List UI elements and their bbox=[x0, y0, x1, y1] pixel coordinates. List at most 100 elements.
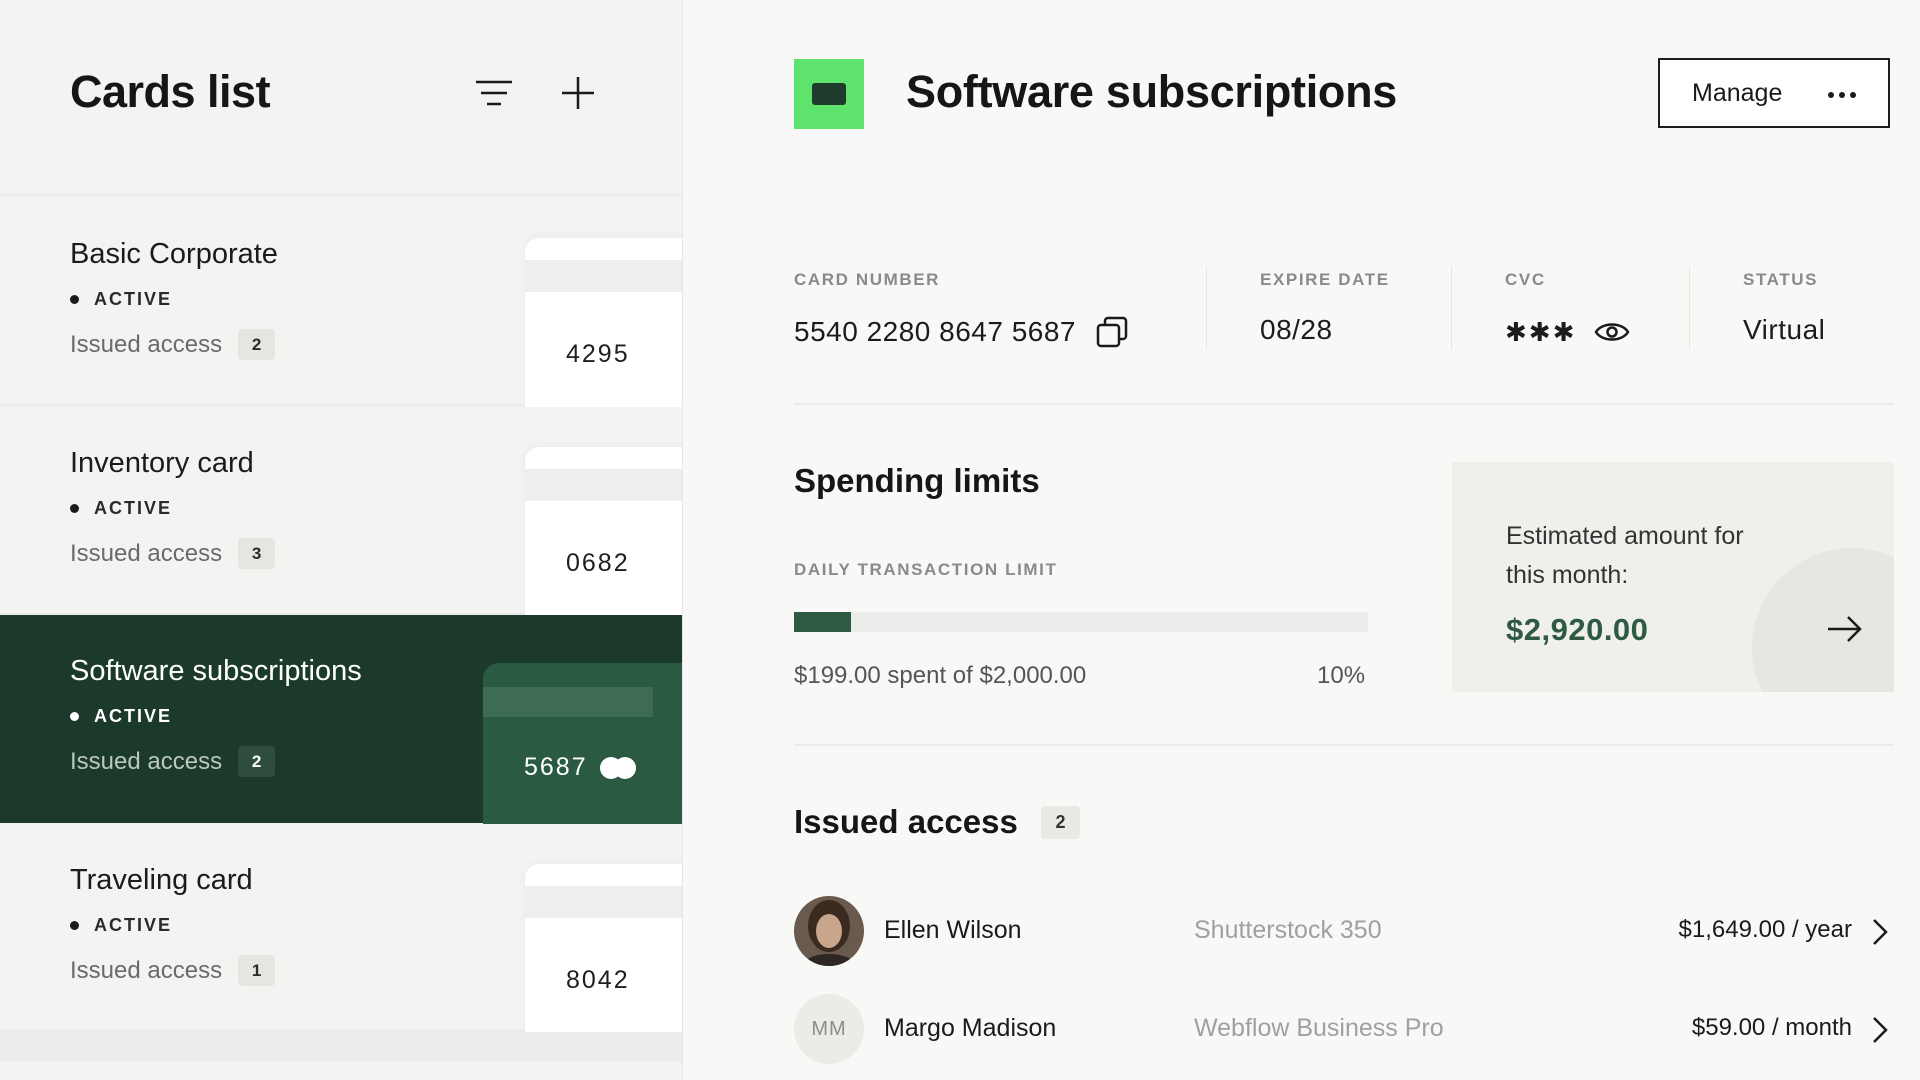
access-row[interactable]: MM Margo Madison Webflow Business Pro $5… bbox=[794, 994, 1894, 1070]
card-access: Issued access 2 bbox=[70, 746, 276, 777]
service-name: Shutterstock 350 bbox=[1194, 916, 1382, 944]
status-value: Virtual bbox=[1743, 314, 1826, 345]
more-dots-icon bbox=[1828, 92, 1856, 98]
copy-button[interactable] bbox=[1094, 314, 1130, 350]
avatar: MM bbox=[794, 994, 864, 1064]
card-access: Issued access 3 bbox=[70, 538, 276, 569]
card-last4: 8042 bbox=[566, 966, 630, 994]
status-dot-icon bbox=[70, 712, 79, 721]
card-detail-panel: Software subscriptions Manage CARD NUMBE… bbox=[684, 0, 1920, 1080]
card-stripe bbox=[525, 469, 682, 501]
card-stripe bbox=[525, 886, 682, 918]
divider bbox=[1451, 266, 1452, 350]
person-name: Ellen Wilson bbox=[884, 916, 1022, 944]
status-dot-icon bbox=[70, 921, 79, 930]
access-count-badge: 2 bbox=[238, 329, 276, 360]
arrow-right-icon[interactable] bbox=[1822, 607, 1866, 651]
card-thumbnail: 8042 bbox=[525, 864, 682, 1039]
card-list-item[interactable]: Traveling card ACTIVE Issued access 1 80… bbox=[0, 824, 682, 1039]
percent-text: 10% bbox=[1317, 662, 1366, 689]
card-status: ACTIVE bbox=[70, 498, 172, 519]
expire-date-value: 08/28 bbox=[1260, 314, 1333, 345]
add-card-button[interactable] bbox=[555, 70, 601, 116]
user-photo-avatar bbox=[794, 896, 864, 966]
spent-text: $199.00 spent of $2,000.00 bbox=[794, 662, 1087, 689]
card-thumbnail: 0682 bbox=[525, 447, 682, 622]
plus-icon bbox=[562, 77, 594, 109]
card-badge bbox=[794, 59, 864, 129]
subscription-amount: $59.00 / month bbox=[1691, 1014, 1852, 1041]
card-name: Traveling card bbox=[70, 864, 253, 896]
card-list-item-selected[interactable]: Software subscriptions ACTIVE Issued acc… bbox=[0, 615, 682, 838]
service-name: Webflow Business Pro bbox=[1194, 1014, 1444, 1042]
card-status: ACTIVE bbox=[70, 706, 172, 727]
card-stripe bbox=[525, 260, 682, 292]
status-field: STATUS Virtual bbox=[1743, 270, 1825, 346]
estimate-card[interactable]: Estimated amount for this month: $2,920.… bbox=[1452, 462, 1894, 692]
limit-progress-fill bbox=[794, 612, 852, 632]
card-access-label: Issued access bbox=[70, 956, 223, 984]
access-count-badge: 2 bbox=[238, 746, 276, 777]
card-access-label: Issued access bbox=[70, 330, 223, 358]
card-name: Basic Corporate bbox=[70, 238, 278, 270]
expire-date-label: EXPIRE DATE bbox=[1260, 270, 1390, 289]
card-name: Software subscriptions bbox=[70, 655, 362, 687]
limit-progress-bar bbox=[794, 612, 1368, 632]
card-access-label: Issued access bbox=[70, 539, 223, 567]
card-status-label: ACTIVE bbox=[94, 289, 173, 309]
card-name: Inventory card bbox=[70, 447, 254, 479]
spending-limits-title: Spending limits bbox=[794, 462, 1040, 499]
filter-icon bbox=[476, 80, 512, 106]
card-thumbnail: 4295 bbox=[525, 238, 682, 413]
expire-date-field: EXPIRE DATE 08/28 bbox=[1260, 270, 1390, 346]
card-stripe bbox=[483, 687, 653, 717]
card-status-label: ACTIVE bbox=[94, 498, 173, 518]
divider bbox=[1689, 266, 1690, 350]
card-access: Issued access 1 bbox=[70, 955, 276, 986]
issued-count-badge: 2 bbox=[1041, 806, 1080, 839]
card-status: ACTIVE bbox=[70, 915, 172, 936]
issued-access-title: Issued access bbox=[794, 803, 1018, 840]
card-last4: 5687 bbox=[524, 753, 588, 781]
filter-button[interactable] bbox=[471, 70, 517, 116]
reveal-cvc-button[interactable] bbox=[1594, 314, 1630, 350]
page-title: Software subscriptions bbox=[906, 66, 1397, 117]
card-list-item-partial bbox=[0, 1032, 682, 1062]
divider bbox=[794, 403, 1894, 405]
avatar bbox=[794, 896, 864, 966]
status-dot-icon bbox=[70, 295, 79, 304]
card-number-label: CARD NUMBER bbox=[794, 270, 941, 289]
cvc-value: ✱✱✱ bbox=[1505, 316, 1577, 347]
card-status-label: ACTIVE bbox=[94, 706, 173, 726]
card-status-label: ACTIVE bbox=[94, 915, 173, 935]
daily-limit-label: DAILY TRANSACTION LIMIT bbox=[794, 560, 1058, 579]
card-number-field: CARD NUMBER 5540 2280 8647 5687 bbox=[794, 270, 1130, 350]
card-access-label: Issued access bbox=[70, 747, 223, 775]
access-count-badge: 3 bbox=[238, 538, 276, 569]
estimate-amount: $2,920.00 bbox=[1506, 612, 1649, 647]
chevron-right-icon bbox=[1873, 1017, 1888, 1043]
divider bbox=[1206, 266, 1207, 350]
card-last4: 0682 bbox=[566, 549, 630, 577]
access-row[interactable]: Ellen Wilson Shutterstock 350 $1,649.00 … bbox=[794, 896, 1894, 972]
cvc-label: CVC bbox=[1505, 270, 1546, 289]
card-thumbnail: 5687 bbox=[483, 663, 682, 838]
status-dot-icon bbox=[70, 504, 79, 513]
estimate-label: Estimated amount for this month: bbox=[1506, 522, 1744, 589]
chevron-right-icon bbox=[1873, 919, 1888, 945]
divider bbox=[794, 744, 1894, 746]
sidebar-header: Cards list bbox=[0, 0, 682, 196]
card-list-item[interactable]: Inventory card ACTIVE Issued access 3 06… bbox=[0, 407, 682, 622]
card-access: Issued access 2 bbox=[70, 329, 276, 360]
person-name: Margo Madison bbox=[884, 1014, 1057, 1042]
card-network-logo-icon bbox=[600, 757, 640, 779]
card-icon bbox=[812, 83, 846, 105]
manage-button[interactable]: Manage bbox=[1658, 58, 1890, 128]
card-list-item[interactable]: Basic Corporate ACTIVE Issued access 2 4… bbox=[0, 198, 682, 413]
cards-sidebar: Cards list Basic Corporate ACTIVE Issued… bbox=[0, 0, 683, 1080]
sidebar-title: Cards list bbox=[70, 66, 271, 117]
status-label: STATUS bbox=[1743, 270, 1819, 289]
card-number-value: 5540 2280 8647 5687 bbox=[794, 316, 1076, 347]
eye-icon bbox=[1594, 323, 1630, 341]
cvc-field: CVC ✱✱✱ bbox=[1505, 270, 1630, 350]
